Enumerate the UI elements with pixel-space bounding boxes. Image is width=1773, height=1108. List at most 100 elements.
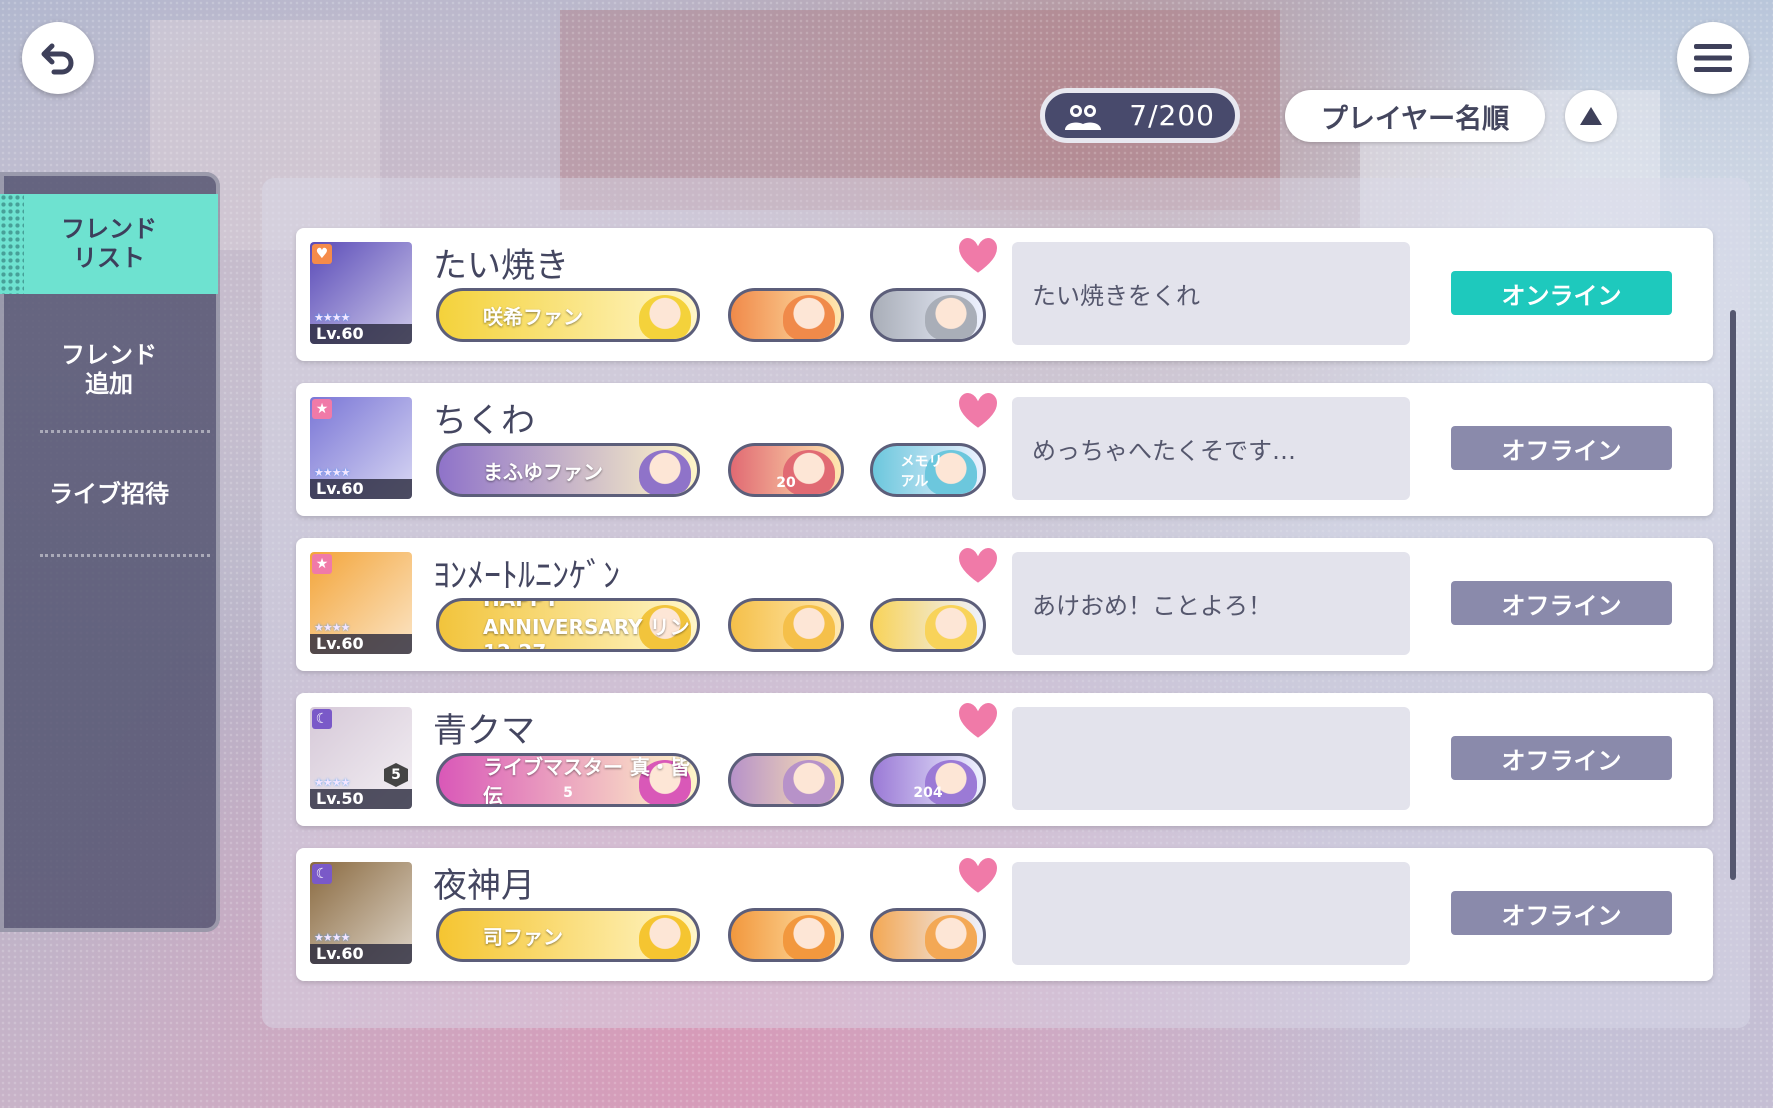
heart-icon[interactable] (956, 389, 1000, 433)
online-status-badge: オフライン (1451, 891, 1672, 935)
badge-character-image (639, 915, 691, 959)
title-badge-label: 咲希ファン (483, 304, 583, 329)
profile-comment: あけおめ！ことよろ！ (1012, 552, 1410, 655)
title-badge-main[interactable]: HAPPY ANNIVERSARY リン 12.27 (436, 598, 700, 652)
tab-active-stripe (0, 194, 24, 294)
avatar[interactable]: ♥ ★★★★ Lv.60 (310, 242, 412, 344)
title-badge-main[interactable]: ライブマスター 真・皆伝 5 (436, 753, 700, 807)
divider (40, 554, 210, 557)
title-badge-sub: メモリアル (900, 454, 943, 490)
friend-row[interactable]: ☾ ★★★★ 5 Lv.50 青クマ ライブマスター 真・皆伝 5 204 オフ… (296, 693, 1713, 826)
title-badge-secondary[interactable] (728, 753, 844, 807)
hamburger-menu-icon (1694, 44, 1732, 72)
title-badge-sub: 5 (563, 785, 573, 801)
avatar[interactable]: ★ ★★★★ Lv.60 (310, 552, 412, 654)
tab-add-friend[interactable]: フレンド 追加 (0, 320, 218, 420)
title-badge-secondary[interactable] (728, 288, 844, 342)
avatar[interactable]: ★ ★★★★ Lv.60 (310, 397, 412, 499)
tab-label: ライブ招待 (49, 479, 169, 508)
title-badge-main[interactable]: 咲希ファン (436, 288, 700, 342)
badge-character-image (783, 760, 835, 804)
title-badge-tertiary[interactable] (870, 288, 986, 342)
attribute-icon: ★ (312, 554, 332, 574)
badge-character-image (925, 295, 977, 339)
avatar[interactable]: ☾ ★★★★ 5 Lv.50 (310, 707, 412, 809)
attribute-icon: ★ (312, 399, 332, 419)
title-badge-sub: 204 (913, 785, 943, 801)
title-badge-secondary[interactable] (728, 598, 844, 652)
badge-character-image (783, 605, 835, 649)
online-status-badge: オフライン (1451, 736, 1672, 780)
tab-label: フレンド 追加 (61, 341, 157, 398)
player-name: ﾖﾝﾒｰﾄﾙﾆﾝｹﾞﾝ (433, 556, 620, 596)
online-status-badge: オフライン (1451, 581, 1672, 625)
level-label: Lv.60 (310, 324, 412, 344)
player-name: たい焼き (433, 246, 569, 286)
friend-row[interactable]: ♥ ★★★★ Lv.60 たい焼き 咲希ファン たい焼きをくれ オンライン (296, 228, 1713, 361)
tab-live-invite[interactable]: ライブ招待 (0, 444, 218, 544)
badge-character-image (639, 295, 691, 339)
rarity-stars: ★★★★ (314, 621, 350, 634)
title-badge-tertiary[interactable]: 204 (870, 753, 986, 807)
friend-count-value: 7/200 (1129, 99, 1215, 132)
mastery-rank: 5 (384, 763, 408, 787)
attribute-icon: ☾ (312, 864, 332, 884)
title-badge-label: HAPPY ANNIVERSARY リン 12.27 (483, 598, 690, 652)
rarity-stars: ★★★★ (314, 931, 350, 944)
back-arrow-icon (41, 43, 74, 75)
friend-row[interactable]: ☾ ★★★★ Lv.60 夜神月 司ファン オフライン (296, 848, 1713, 981)
title-badge-label: まふゆファン (483, 459, 603, 484)
scrollbar[interactable] (1730, 310, 1736, 880)
badge-character-image (925, 605, 977, 649)
avatar[interactable]: ☾ ★★★★ Lv.60 (310, 862, 412, 964)
profile-comment (1012, 862, 1410, 965)
friend-row[interactable]: ★ ★★★★ Lv.60 ﾖﾝﾒｰﾄﾙﾆﾝｹﾞﾝ HAPPY ANNIVERSA… (296, 538, 1713, 671)
profile-comment (1012, 707, 1410, 810)
rarity-stars: ★★★★ (314, 776, 350, 789)
heart-icon[interactable] (956, 699, 1000, 743)
title-badge-tertiary[interactable]: メモリアル (870, 443, 986, 497)
tab-friend-list[interactable]: フレンド リスト (0, 194, 218, 294)
title-badge-label: ライブマスター 真・皆伝 (483, 755, 690, 807)
badge-character-image (925, 915, 977, 959)
heart-icon[interactable] (956, 854, 1000, 898)
divider (40, 430, 210, 433)
back-button[interactable] (22, 22, 94, 94)
title-badge-main[interactable]: まふゆファン (436, 443, 700, 497)
badge-character-image (639, 450, 691, 494)
menu-button[interactable] (1677, 22, 1749, 94)
title-badge-sub: 20 (776, 475, 796, 491)
badge-character-image (783, 295, 835, 339)
profile-comment: たい焼きをくれ (1012, 242, 1410, 345)
tab-label: フレンド リスト (61, 215, 157, 272)
player-name: ちくわ (433, 401, 535, 441)
player-name: 夜神月 (433, 866, 535, 906)
rarity-stars: ★★★★ (314, 466, 350, 479)
player-name: 青クマ (433, 711, 535, 751)
attribute-icon: ♥ (312, 244, 332, 264)
heart-icon[interactable] (956, 234, 1000, 278)
triangle-up-icon (1580, 107, 1602, 125)
title-badge-label: 司ファン (483, 924, 563, 949)
badge-character-image (783, 915, 835, 959)
heart-icon[interactable] (956, 544, 1000, 588)
online-status-badge: オンライン (1451, 271, 1672, 315)
level-label: Lv.60 (310, 479, 412, 499)
level-label: Lv.60 (310, 634, 412, 654)
friend-count-indicator: 7/200 (1040, 88, 1240, 143)
attribute-icon: ☾ (312, 709, 332, 729)
sort-order-button[interactable] (1565, 90, 1617, 142)
level-label: Lv.50 (310, 789, 412, 809)
online-status-badge: オフライン (1451, 426, 1672, 470)
sidebar: フレンド リスト フレンド 追加 ライブ招待 (0, 172, 220, 932)
friends-icon (1065, 104, 1101, 130)
profile-comment: めっちゃへたくそです… (1012, 397, 1410, 500)
sort-by-button[interactable]: プレイヤー名順 (1285, 90, 1545, 142)
level-label: Lv.60 (310, 944, 412, 964)
title-badge-main[interactable]: 司ファン (436, 908, 700, 962)
title-badge-secondary[interactable] (728, 908, 844, 962)
title-badge-tertiary[interactable] (870, 598, 986, 652)
title-badge-tertiary[interactable] (870, 908, 986, 962)
title-badge-secondary[interactable]: 20 (728, 443, 844, 497)
friend-row[interactable]: ★ ★★★★ Lv.60 ちくわ まふゆファン 20 メモリアル めっちゃへたく… (296, 383, 1713, 516)
